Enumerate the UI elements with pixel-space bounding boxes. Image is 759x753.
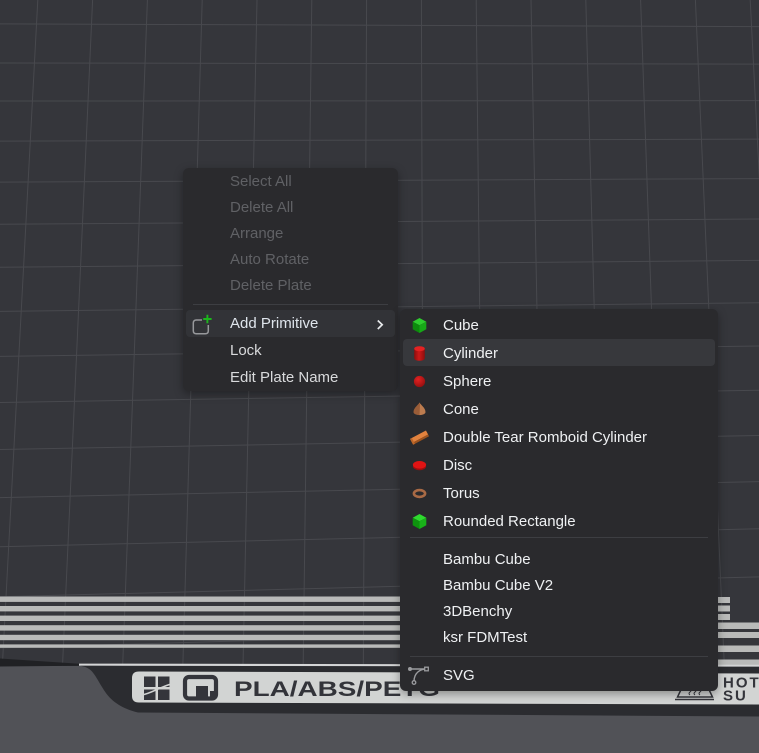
svg-text:SU: SU (723, 688, 748, 705)
